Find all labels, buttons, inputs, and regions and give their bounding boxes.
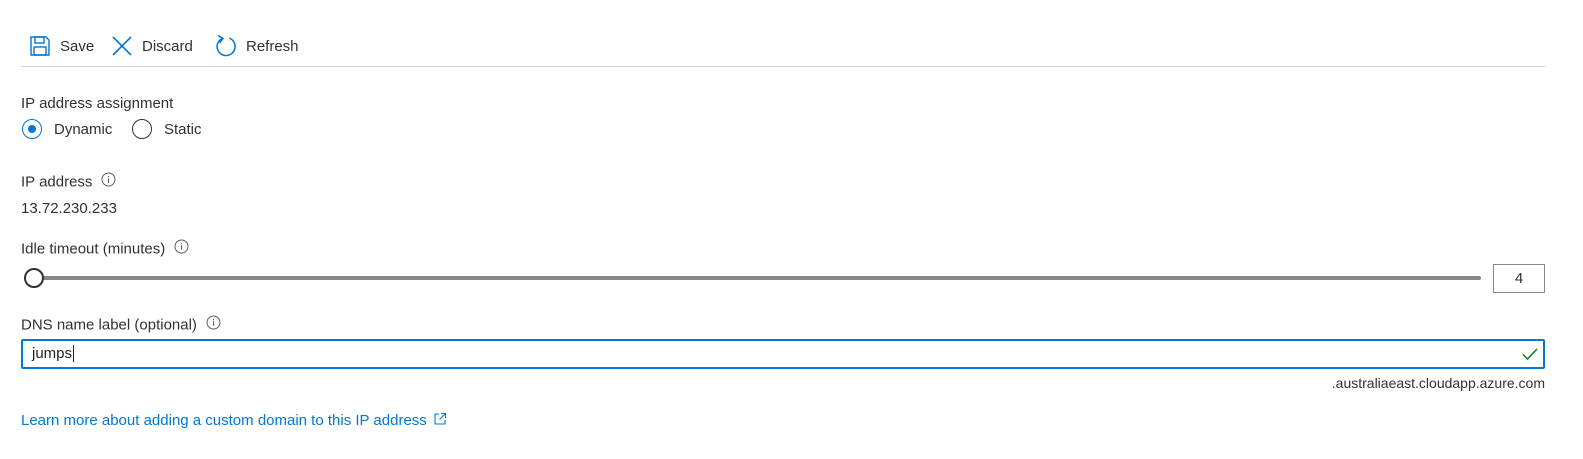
ip-address-value: 13.72.230.233 bbox=[21, 200, 117, 217]
info-icon[interactable] bbox=[101, 172, 116, 191]
radio-static-circle[interactable] bbox=[132, 119, 152, 139]
info-icon[interactable] bbox=[206, 315, 221, 334]
save-button[interactable]: Save bbox=[29, 33, 94, 59]
info-icon[interactable] bbox=[174, 239, 189, 258]
save-icon bbox=[30, 36, 50, 56]
refresh-button[interactable]: Refresh bbox=[215, 33, 299, 59]
ip-configuration-page: Save Discard Refresh IP address assignme… bbox=[0, 0, 1583, 459]
dns-label: DNS name label (optional) bbox=[21, 316, 197, 334]
radio-static[interactable]: Static bbox=[132, 119, 202, 139]
external-link-icon bbox=[434, 412, 446, 425]
learn-more-link[interactable]: Learn more about adding a custom domain … bbox=[21, 412, 447, 429]
refresh-icon bbox=[216, 34, 236, 57]
slider-track[interactable] bbox=[24, 276, 1481, 280]
idle-timeout-field-label: Idle timeout (minutes) bbox=[21, 239, 189, 259]
radio-dynamic[interactable]: Dynamic bbox=[22, 119, 112, 139]
save-label: Save bbox=[60, 37, 95, 55]
command-bar: Save Discard Refresh bbox=[21, 28, 1545, 67]
text-caret bbox=[73, 344, 75, 362]
slider-thumb[interactable] bbox=[24, 268, 44, 288]
learn-more-text: Learn more about adding a custom domain … bbox=[21, 412, 427, 429]
dns-input-value: jumps bbox=[32, 345, 73, 362]
ip-assignment-label: IP address assignment bbox=[21, 95, 174, 112]
dns-name-input[interactable]: jumps bbox=[21, 339, 1545, 369]
discard-label: Discard bbox=[142, 37, 193, 55]
close-icon bbox=[112, 36, 132, 56]
radio-dynamic-circle[interactable] bbox=[22, 119, 42, 139]
dns-field-label: DNS name label (optional) bbox=[21, 315, 221, 335]
refresh-label: Refresh bbox=[246, 37, 299, 55]
ip-address-label: IP address bbox=[21, 173, 93, 191]
discard-button[interactable]: Discard bbox=[111, 33, 193, 59]
radio-static-label: Static bbox=[164, 120, 202, 138]
ip-address-field-label: IP address bbox=[21, 172, 116, 192]
radio-dynamic-label: Dynamic bbox=[54, 120, 113, 138]
idle-timeout-value-input[interactable]: 4 bbox=[1493, 264, 1545, 293]
dns-suffix: .australiaeast.cloudapp.azure.com bbox=[1331, 375, 1545, 391]
idle-timeout-label: Idle timeout (minutes) bbox=[21, 240, 166, 258]
checkmark-icon bbox=[1522, 348, 1538, 361]
idle-timeout-slider[interactable] bbox=[24, 268, 1481, 288]
